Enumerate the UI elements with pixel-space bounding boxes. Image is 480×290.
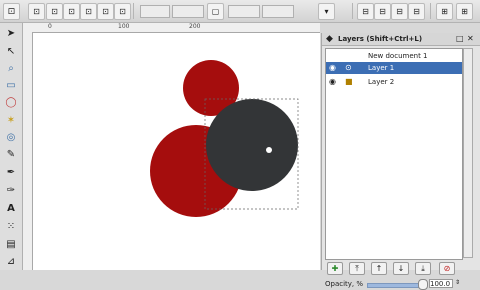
toolbar-separator [133, 3, 134, 19]
units-dropdown-icon[interactable]: ▾ [318, 3, 335, 20]
eye-icon[interactable]: ◉ [329, 77, 336, 86]
pen-icon[interactable]: ✑ [4, 183, 18, 197]
spray-icon[interactable]: ⁙ [4, 219, 18, 233]
opacity-value[interactable]: 100.0 [429, 279, 453, 288]
layers-icon: ◆ [326, 34, 333, 44]
close-icon[interactable]: ✕ [467, 34, 474, 43]
node-icon[interactable]: ↖ [4, 44, 18, 58]
opacity-slider-handle[interactable] [418, 279, 428, 290]
vertical-ruler [23, 32, 33, 270]
star-icon[interactable]: ✶ [4, 113, 18, 127]
list-item[interactable]: New document 1 [326, 50, 462, 62]
snap-path-icon[interactable]: ⊡ [63, 3, 80, 20]
drawing-canvas[interactable] [33, 33, 320, 270]
rect-icon[interactable]: ▭ [4, 78, 18, 92]
delete-layer-icon[interactable]: ⊘ [439, 262, 455, 275]
transform-corners-icon[interactable]: ⊟ [374, 3, 391, 20]
layer-name: New document 1 [368, 52, 428, 60]
layers-panel: ◆ Layers (Shift+Ctrl+L) □ ✕ New document… [321, 33, 480, 290]
lock-ratio-icon[interactable]: ▢ [207, 3, 224, 20]
top-toolbar: ⚀ ⊡ ⊡ ⊡ ⊡ ⊡ ⊡ ▢ ▾ ⊟ ⊟ ⊟ ⊟ ⊞ ⊞ [0, 0, 480, 23]
zoom-icon[interactable]: ⌕ [4, 61, 18, 75]
snap-bbox-icon[interactable]: ⊡ [28, 3, 45, 20]
canvas-artwork [33, 33, 320, 270]
snap-toggle-icon[interactable]: ⚀ [3, 3, 20, 20]
panel-titlebar: ◆ Layers (Shift+Ctrl+L) □ ✕ [322, 33, 480, 46]
snap-center-icon[interactable]: ⊡ [80, 3, 97, 20]
lower-to-bottom-icon[interactable]: ⤓ [415, 262, 431, 275]
spin-arrows-icon[interactable]: ⇕ [455, 279, 460, 286]
ruler-label: 100 [118, 23, 130, 30]
text-icon[interactable]: A [4, 201, 18, 215]
calligraphy-icon[interactable]: ✒ [4, 165, 18, 179]
y-field[interactable] [172, 5, 204, 18]
selector-icon[interactable]: ➤ [4, 26, 18, 40]
toolbar-icon-1[interactable]: ⊞ [436, 3, 453, 20]
ruler-label: 0 [48, 23, 52, 30]
opacity-slider[interactable] [367, 283, 425, 288]
dark-circle [206, 99, 298, 191]
undock-icon[interactable]: □ [456, 34, 464, 43]
unlock-icon[interactable]: ⊙ [345, 63, 352, 72]
snap-nodes-icon[interactable]: ⊡ [46, 3, 63, 20]
dropper-icon[interactable]: ⊿ [4, 254, 18, 268]
width-field[interactable] [228, 5, 260, 18]
height-field[interactable] [262, 5, 294, 18]
raise-icon[interactable]: ↑ [371, 262, 387, 275]
add-layer-icon[interactable]: ✚ [327, 262, 343, 275]
raise-to-top-icon[interactable]: ⤒ [349, 262, 365, 275]
toolbar-separator [430, 3, 431, 19]
transform-pattern-icon[interactable]: ⊟ [408, 3, 425, 20]
toolbar-icon-2[interactable]: ⊞ [456, 3, 473, 20]
horizontal-ruler: 0 100 200 [23, 23, 320, 33]
spiral-icon[interactable]: ◎ [4, 130, 18, 144]
list-item[interactable]: ◉ ⊙ Layer 1 [326, 62, 462, 74]
toolbar-separator [352, 3, 353, 19]
snap-grid-icon[interactable]: ⊡ [114, 3, 131, 20]
dark-circle-dot [266, 147, 272, 153]
ellipse-icon[interactable]: ◯ [4, 95, 18, 109]
transform-stroke-icon[interactable]: ⊟ [357, 3, 374, 20]
lock-icon[interactable]: ■ [345, 77, 353, 86]
lower-icon[interactable]: ↓ [393, 262, 409, 275]
gradient-icon[interactable]: ▤ [4, 237, 18, 251]
layers-list: New document 1 ◉ ⊙ Layer 1 ◉ ■ Layer 2 [325, 48, 463, 260]
panel-title: Layers (Shift+Ctrl+L) [338, 35, 423, 43]
eye-icon[interactable]: ◉ [329, 63, 336, 72]
layer-name: Layer 2 [368, 78, 395, 86]
x-field[interactable] [140, 5, 170, 18]
opacity-label: Opacity, % [325, 280, 364, 288]
snap-guide-icon[interactable]: ⊡ [97, 3, 114, 20]
scrollbar[interactable] [463, 48, 473, 258]
toolbox: ➤ ↖ ⌕ ▭ ◯ ✶ ◎ ✎ ✒ ✑ A ⁙ ▤ ⊿ [0, 23, 23, 270]
pencil-icon[interactable]: ✎ [4, 147, 18, 161]
list-item[interactable]: ◉ ■ Layer 2 [326, 76, 462, 88]
layer-name: Layer 1 [368, 64, 395, 72]
transform-gradient-icon[interactable]: ⊟ [391, 3, 408, 20]
ruler-label: 200 [189, 23, 201, 30]
